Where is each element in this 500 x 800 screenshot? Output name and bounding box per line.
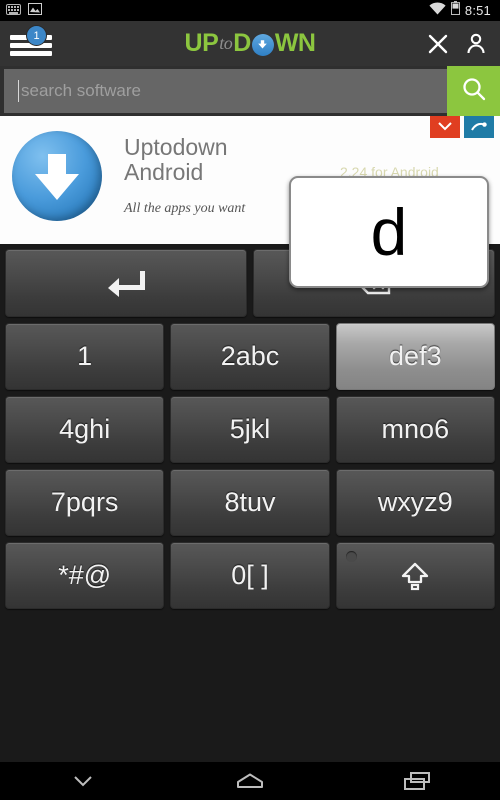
app-name-line1: Uptodown: [124, 134, 228, 160]
logo-part-up: UP: [184, 29, 219, 57]
app-name-line2: Android: [124, 159, 204, 185]
search-button[interactable]: [447, 66, 500, 116]
key-1[interactable]: 1: [5, 323, 165, 390]
menu-button[interactable]: 1: [0, 21, 62, 66]
screenshot-icon: [28, 2, 42, 20]
keyboard-icon: [6, 2, 21, 20]
app-download-icon: [12, 131, 102, 221]
recents-icon: [403, 772, 430, 790]
text-caret: [18, 80, 19, 102]
logo-part-wn: WN: [274, 29, 316, 57]
app-tagline: All the apps you want: [124, 201, 246, 216]
key-enter[interactable]: [5, 249, 247, 317]
keyboard-row-2: 4ghi 5jkl mno6: [2, 394, 498, 465]
system-navigation-bar: [0, 762, 500, 800]
status-bar-notifications: [0, 2, 42, 20]
wifi-icon: [429, 1, 446, 20]
status-bar: 8:51: [0, 0, 500, 21]
keyboard-row-3: 7pqrs 8tuv wxyz9: [2, 467, 498, 538]
key-0[interactable]: 0[ ]: [170, 542, 330, 609]
android-screen: 8:51 1 UP to D WN search software Uptodo…: [0, 0, 500, 800]
shift-indicator-dot: [345, 551, 357, 562]
share-icon[interactable]: [464, 116, 494, 138]
menu-bar-3: [10, 51, 52, 56]
search-placeholder: search software: [21, 81, 141, 100]
key-mno6[interactable]: mno6: [335, 396, 495, 463]
status-bar-clock: 8:51: [464, 3, 491, 18]
logo-part-d: D: [233, 29, 251, 57]
status-bar-system: 8:51: [429, 1, 500, 20]
search-input[interactable]: search software: [4, 69, 447, 113]
search-bar: search software: [0, 66, 500, 116]
app-banner-text: Uptodown Android All the apps you want: [124, 135, 245, 217]
key-shift[interactable]: [335, 542, 495, 609]
header-actions: [426, 32, 500, 56]
key-5jkl[interactable]: 5jkl: [170, 396, 330, 463]
nav-home-button[interactable]: [205, 762, 295, 800]
nav-back-button[interactable]: [38, 762, 128, 800]
key-symbols[interactable]: *#@: [5, 542, 165, 609]
onscreen-keyboard: 1 2abc def3 4ghi 5jkl mno6 7pqrs 8tuv wx…: [0, 244, 500, 762]
logo-part-to: to: [219, 33, 233, 53]
search-icon: [460, 75, 488, 108]
app-header: 1 UP to D WN: [0, 21, 500, 66]
menu-badge: 1: [26, 25, 47, 46]
keyboard-row-1: 1 2abc def3: [2, 321, 498, 392]
video-icon[interactable]: [430, 116, 460, 138]
hide-keyboard-chevron-icon: [74, 776, 93, 787]
keyboard-row-4: *#@ 0[ ]: [2, 540, 498, 611]
nav-recents-button[interactable]: [372, 762, 462, 800]
battery-icon: [450, 1, 460, 20]
app-logo: UP to D WN: [0, 21, 500, 66]
logo-download-arrow-icon: [251, 33, 274, 56]
key-def3[interactable]: def3: [335, 323, 495, 390]
enter-arrow-icon: [108, 271, 145, 297]
key-preview-popup: d: [289, 176, 489, 288]
key-8tuv[interactable]: 8tuv: [170, 469, 330, 536]
key-wxyz9[interactable]: wxyz9: [335, 469, 495, 536]
shift-icon: [402, 562, 429, 590]
account-icon[interactable]: [464, 32, 488, 56]
key-2abc[interactable]: 2abc: [170, 323, 330, 390]
home-icon: [236, 773, 263, 788]
banner-mini-icons: [430, 116, 494, 138]
key-4ghi[interactable]: 4ghi: [5, 396, 165, 463]
close-icon[interactable]: [426, 32, 450, 56]
key-7pqrs[interactable]: 7pqrs: [5, 469, 165, 536]
